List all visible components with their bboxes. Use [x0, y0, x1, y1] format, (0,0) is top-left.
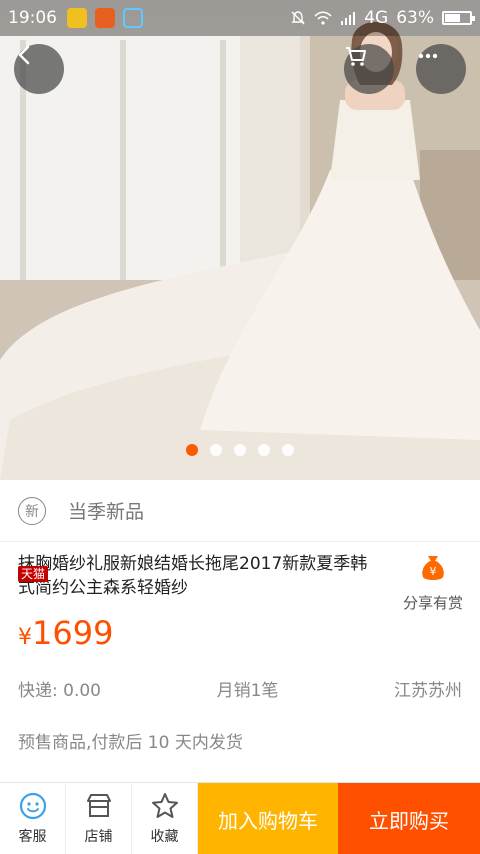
favorite-label: 收藏 [150, 829, 179, 845]
wifi-icon [314, 11, 332, 25]
bottom-action-bar: 客服 店铺 收藏 加入购物车 立即购买 [0, 782, 480, 854]
currency-symbol: ¥ [18, 625, 32, 650]
more-icon [418, 53, 438, 59]
new-season-row: 新 当季新品 [0, 480, 480, 542]
battery-icon [442, 11, 475, 25]
money-bag-icon: ¥ [422, 556, 444, 580]
monthly-sales: 月销1笔 [216, 681, 279, 701]
favorite-button[interactable]: 收藏 [132, 783, 198, 854]
shipping-fee: 快递: 0.00 [18, 681, 101, 701]
battery-percent: 63% [396, 8, 434, 28]
service-icon [19, 792, 46, 820]
shop-label: 店铺 [84, 829, 113, 845]
screenshot-icon [123, 8, 143, 28]
presale-note: 预售商品,付款后 10 天内发货 [18, 733, 243, 753]
mute-icon [291, 11, 305, 25]
gallery-dot[interactable] [234, 444, 246, 456]
battery-level [445, 14, 461, 22]
customer-service-button[interactable]: 客服 [0, 783, 66, 854]
gallery-dot[interactable] [258, 444, 270, 456]
product-title-text: 抹胸婚纱礼服新娘结婚长拖尾2017新款夏季韩式简约公主森系轻婚纱 [18, 554, 368, 598]
ship-location: 江苏苏州 [394, 681, 462, 701]
product-title: 天猫 抹胸婚纱礼服新娘结婚长拖尾2017新款夏季韩式简约公主森系轻婚纱 [18, 552, 380, 600]
gallery-dot[interactable] [210, 444, 222, 456]
product-image-gallery[interactable] [0, 0, 480, 480]
cart-icon [346, 47, 366, 66]
notification-app-icon [67, 8, 87, 28]
svg-text:¥: ¥ [430, 565, 437, 578]
add-to-cart-button[interactable]: 加入购物车 [198, 783, 338, 854]
shop-icon [86, 794, 111, 817]
status-time: 19:06 [8, 8, 57, 28]
gallery-pagination [0, 444, 480, 456]
service-label: 客服 [18, 829, 47, 845]
product-price: ¥1699 [18, 614, 113, 652]
cart-button[interactable] [344, 44, 394, 94]
new-season-label: 当季新品 [68, 501, 145, 523]
back-icon [18, 45, 30, 65]
share-reward-button[interactable]: ¥ 分享有赏 [398, 554, 468, 613]
more-button[interactable] [416, 44, 466, 94]
tmall-badge: 天猫 [18, 566, 49, 582]
gallery-dot[interactable] [186, 444, 198, 456]
shop-button[interactable]: 店铺 [66, 783, 132, 854]
product-meta-row: 快递: 0.00 月销1笔 江苏苏州 [18, 676, 462, 701]
product-photo [0, 21, 480, 480]
notification-app-icon [95, 8, 115, 28]
signal-icon [341, 12, 356, 25]
price-value: 1699 [32, 614, 114, 652]
new-badge-icon: 新 [18, 496, 46, 525]
network-type: 4G [364, 8, 389, 28]
gallery-dot[interactable] [282, 444, 294, 456]
share-label: 分享有赏 [402, 594, 463, 612]
star-icon [151, 793, 178, 818]
status-bar: 19:06 4G 63% [0, 0, 480, 36]
back-button[interactable] [14, 44, 64, 94]
buy-now-button[interactable]: 立即购买 [338, 783, 480, 854]
